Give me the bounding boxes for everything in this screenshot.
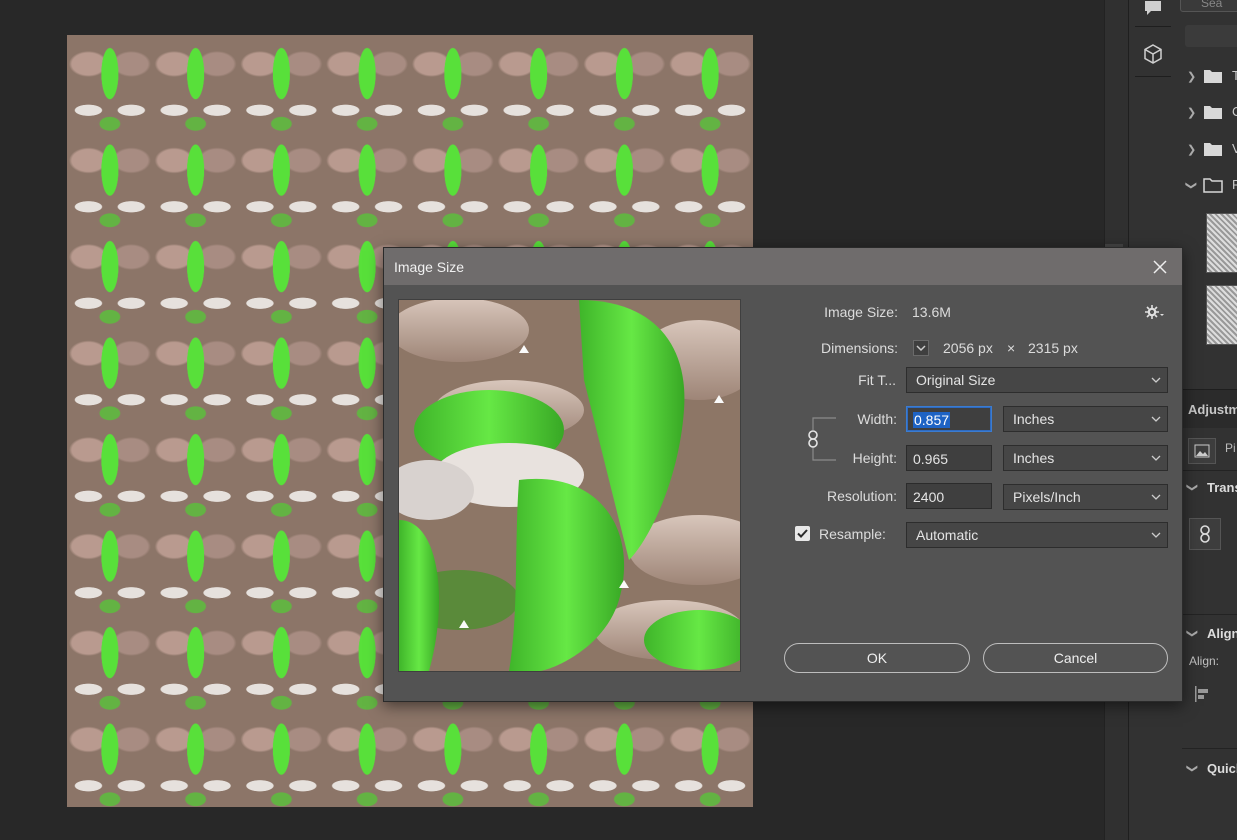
width-input[interactable]: 0.857: [906, 406, 992, 432]
chevron-down-icon: [1151, 485, 1161, 519]
image-preview[interactable]: [398, 299, 741, 672]
image-size-dialog: Image Size Image Size: 13.6M Dimensions:…: [383, 247, 1183, 702]
resample-label: Resample:: [819, 526, 886, 542]
folder-open-icon: [1203, 177, 1223, 198]
folder-label: V: [1232, 141, 1237, 156]
folder-icon: [1203, 68, 1223, 89]
align-left-icon[interactable]: [1193, 685, 1211, 708]
cube-icon[interactable]: [1134, 36, 1172, 72]
chevron-down-icon: [1151, 523, 1161, 557]
chevron-down-icon: [916, 344, 926, 351]
resolution-label: Resolution:: [826, 488, 897, 504]
folder-row[interactable]: ❯ C: [1177, 94, 1237, 130]
folder-label: T: [1232, 68, 1237, 83]
chevron-right-icon: ❯: [1187, 71, 1197, 83]
width-unit-value: Inches: [1013, 411, 1055, 427]
folder-label: C: [1232, 104, 1237, 119]
image-size-label: Image Size:: [824, 304, 898, 320]
search-input[interactable]: Sea: [1180, 0, 1237, 12]
folder-label: F: [1232, 177, 1237, 192]
chevron-down-icon: [1151, 368, 1161, 402]
resample-select[interactable]: Automatic: [906, 522, 1168, 548]
align-label: Align:: [1189, 654, 1220, 668]
folder-row-open[interactable]: ❯ F: [1177, 167, 1237, 203]
cancel-button[interactable]: Cancel: [983, 643, 1168, 673]
dialog-title: Image Size: [394, 259, 465, 275]
resample-value: Automatic: [916, 527, 979, 543]
comment-icon[interactable]: [1134, 0, 1172, 26]
height-label: Height:: [852, 450, 897, 466]
transform-section[interactable]: ❯ Trans: [1177, 473, 1237, 503]
divider: [1135, 76, 1171, 77]
align-section[interactable]: ❯ Align: [1177, 619, 1237, 649]
dimensions-unit-dropdown[interactable]: [913, 340, 929, 356]
dialog-titlebar[interactable]: Image Size: [384, 248, 1182, 285]
checkmark-icon: [797, 529, 808, 538]
section-title: Trans: [1207, 480, 1237, 495]
divider: [1135, 26, 1171, 27]
fit-to-select[interactable]: Original Size: [906, 367, 1168, 393]
ok-button[interactable]: OK: [784, 643, 970, 673]
close-icon[interactable]: [1147, 254, 1173, 280]
fit-to-label: Fit T...: [858, 372, 896, 388]
divider: [1182, 748, 1237, 749]
divider: [1182, 614, 1237, 615]
dimensions-height: 2315 px: [1028, 340, 1078, 356]
chevron-down-icon: ❯: [1186, 763, 1199, 774]
resolution-value: 2400: [913, 489, 945, 505]
divider: [1182, 470, 1237, 471]
resolution-unit-select[interactable]: Pixels/Inch: [1003, 484, 1168, 510]
library-thumbnail[interactable]: [1206, 285, 1237, 345]
folder-row[interactable]: ❯ V: [1177, 131, 1237, 167]
folder-row[interactable]: ❯ T: [1177, 58, 1237, 94]
width-value: 0.857: [913, 412, 951, 428]
panel-tab-label: Adjustm: [1188, 402, 1237, 417]
chevron-down-icon: [1151, 407, 1161, 441]
image-icon: [1188, 438, 1216, 464]
chevron-down-icon: ❯: [1186, 628, 1199, 639]
adjust-item-label: Pi: [1225, 441, 1236, 455]
gear-icon[interactable]: [1144, 304, 1164, 325]
image-size-value: 13.6M: [912, 304, 951, 320]
resolution-input[interactable]: 2400: [906, 483, 992, 509]
library-thumbnail[interactable]: [1206, 213, 1237, 273]
height-unit-value: Inches: [1013, 450, 1055, 466]
folder-icon: [1203, 141, 1223, 162]
section-title: Align: [1207, 626, 1237, 641]
height-unit-select[interactable]: Inches: [1003, 445, 1168, 471]
adjustments-tab[interactable]: Adjustm: [1177, 389, 1237, 428]
library-dropdown[interactable]: [1185, 25, 1237, 47]
chevron-down-icon: ❯: [1185, 180, 1198, 191]
folder-icon: [1203, 104, 1223, 125]
dimensions-times: ×: [1007, 340, 1016, 356]
chevron-down-icon: [1151, 446, 1161, 480]
adjust-item[interactable]: Pi: [1177, 434, 1237, 464]
width-unit-select[interactable]: Inches: [1003, 406, 1168, 432]
resample-checkbox[interactable]: [795, 526, 810, 541]
quick-actions-section[interactable]: ❯ Quick: [1177, 754, 1237, 784]
chevron-right-icon: ❯: [1187, 144, 1197, 156]
dimensions-width: 2056 px: [943, 340, 993, 356]
chain-link-icon[interactable]: [1189, 518, 1221, 550]
width-label: Width:: [857, 411, 897, 427]
section-title: Quick: [1207, 761, 1237, 776]
libraries-panel: Sea ❯ T ❯ C ❯ V ❯ F Adjustm Pi ❯ Trans: [1177, 0, 1237, 840]
height-input[interactable]: 0.965: [906, 445, 992, 471]
chevron-right-icon: ❯: [1187, 107, 1197, 119]
height-value: 0.965: [913, 451, 949, 467]
dimensions-label: Dimensions:: [820, 340, 898, 356]
fit-to-value: Original Size: [916, 372, 996, 388]
resolution-unit-value: Pixels/Inch: [1013, 489, 1081, 505]
preview-image: [399, 300, 740, 671]
chevron-down-icon: ❯: [1186, 482, 1199, 493]
